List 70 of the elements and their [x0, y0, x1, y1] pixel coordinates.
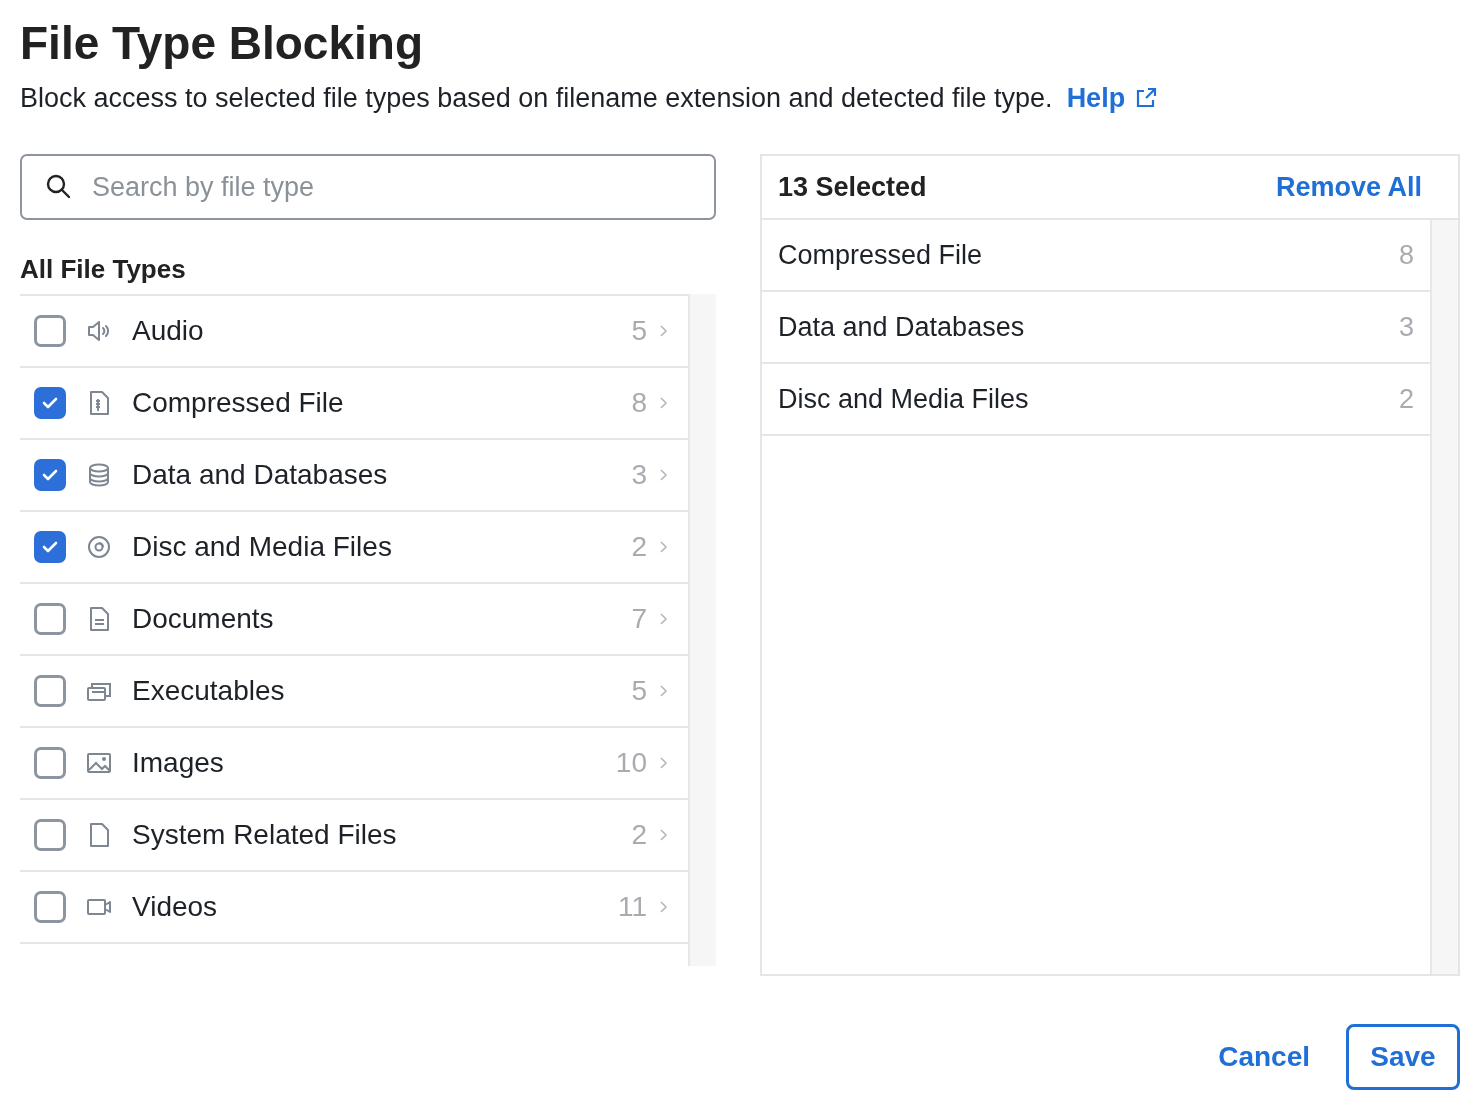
chevron-right-icon [659, 828, 668, 842]
file-type-row[interactable]: Documents 7 [20, 584, 688, 656]
chevron-right-icon [659, 468, 668, 482]
search-field[interactable]: Search by file type [20, 154, 716, 220]
file-count: 2 [631, 819, 647, 851]
file-type-row[interactable]: System Related Files 2 [20, 800, 688, 872]
checkbox[interactable] [34, 315, 66, 347]
database-icon [86, 462, 112, 488]
help-link[interactable]: Help [1066, 82, 1126, 114]
selected-count: 13 Selected [778, 171, 927, 203]
file-type-label: Images [132, 747, 225, 779]
file-count: 2 [1398, 383, 1414, 415]
chevron-right-icon [659, 324, 668, 338]
file-count: 5 [631, 675, 647, 707]
selected-row[interactable]: Data and Databases 3 [762, 292, 1430, 364]
checkbox[interactable] [34, 747, 66, 779]
checkbox[interactable] [34, 819, 66, 851]
file-type-row[interactable]: Audio 5 [20, 296, 688, 368]
description-text: Block access to selected file types based on filename extension and detected file type. [20, 82, 1053, 114]
chevron-right-icon [659, 684, 668, 698]
file-count: 7 [631, 603, 647, 635]
file-type-label: Audio [132, 315, 205, 347]
selected-row[interactable]: Compressed File 8 [762, 220, 1430, 292]
chevron-right-icon [659, 900, 668, 914]
cancel-button[interactable]: Cancel [1218, 1041, 1310, 1073]
file-type-row[interactable]: Videos 11 [20, 872, 688, 944]
file-count: 5 [631, 315, 647, 347]
file-count: 2 [631, 531, 647, 563]
chevron-right-icon [659, 396, 668, 410]
chevron-right-icon [659, 540, 668, 554]
external-link-icon [1135, 87, 1158, 109]
file-type-label: Disc and Media Files [132, 531, 393, 563]
save-button[interactable]: Save [1346, 1024, 1460, 1090]
disc-icon [86, 534, 112, 560]
file-type-label: Documents [132, 603, 275, 635]
selected-item-label: Data and Databases [778, 311, 1025, 343]
selected-row[interactable]: Disc and Media Files 2 [762, 364, 1430, 436]
checkbox[interactable] [34, 603, 66, 635]
selected-item-label: Disc and Media Files [778, 383, 1029, 415]
file-count: 8 [1398, 239, 1414, 271]
file-count: 11 [617, 891, 647, 923]
file-count: 8 [631, 387, 647, 419]
checkbox[interactable] [34, 891, 66, 923]
page-title: File Type Blocking [20, 16, 424, 71]
checkbox[interactable] [34, 387, 66, 419]
checkbox[interactable] [34, 675, 66, 707]
checkbox[interactable] [34, 459, 66, 491]
file-type-label: Compressed File [132, 387, 345, 419]
selected-item-label: Compressed File [778, 239, 983, 271]
file-count: 10 [615, 747, 647, 779]
file-type-label: System Related Files [132, 819, 398, 851]
file-type-label: Videos [132, 891, 219, 923]
checkbox[interactable] [34, 531, 66, 563]
file-count: 3 [631, 459, 647, 491]
image-icon [86, 750, 112, 776]
remove-all-link[interactable]: Remove All [1275, 171, 1422, 203]
file-type-label: Data and Databases [132, 459, 389, 491]
file-type-row[interactable]: Disc and Media Files 2 [20, 512, 688, 584]
search-icon [46, 174, 72, 200]
file-type-row[interactable]: Data and Databases 3 [20, 440, 688, 512]
speaker-icon [86, 318, 112, 344]
file-type-row[interactable]: Images 10 [20, 728, 688, 800]
chevron-right-icon [659, 756, 668, 770]
file-type-row[interactable]: Executables 5 [20, 656, 688, 728]
file-type-row[interactable]: Compressed File 8 [20, 368, 688, 440]
search-input[interactable]: Search by file type [90, 170, 694, 204]
list-heading: All File Types [20, 254, 187, 286]
file-type-label: Executables [132, 675, 286, 707]
file-count: 3 [1398, 311, 1414, 343]
chevron-right-icon [659, 612, 668, 626]
